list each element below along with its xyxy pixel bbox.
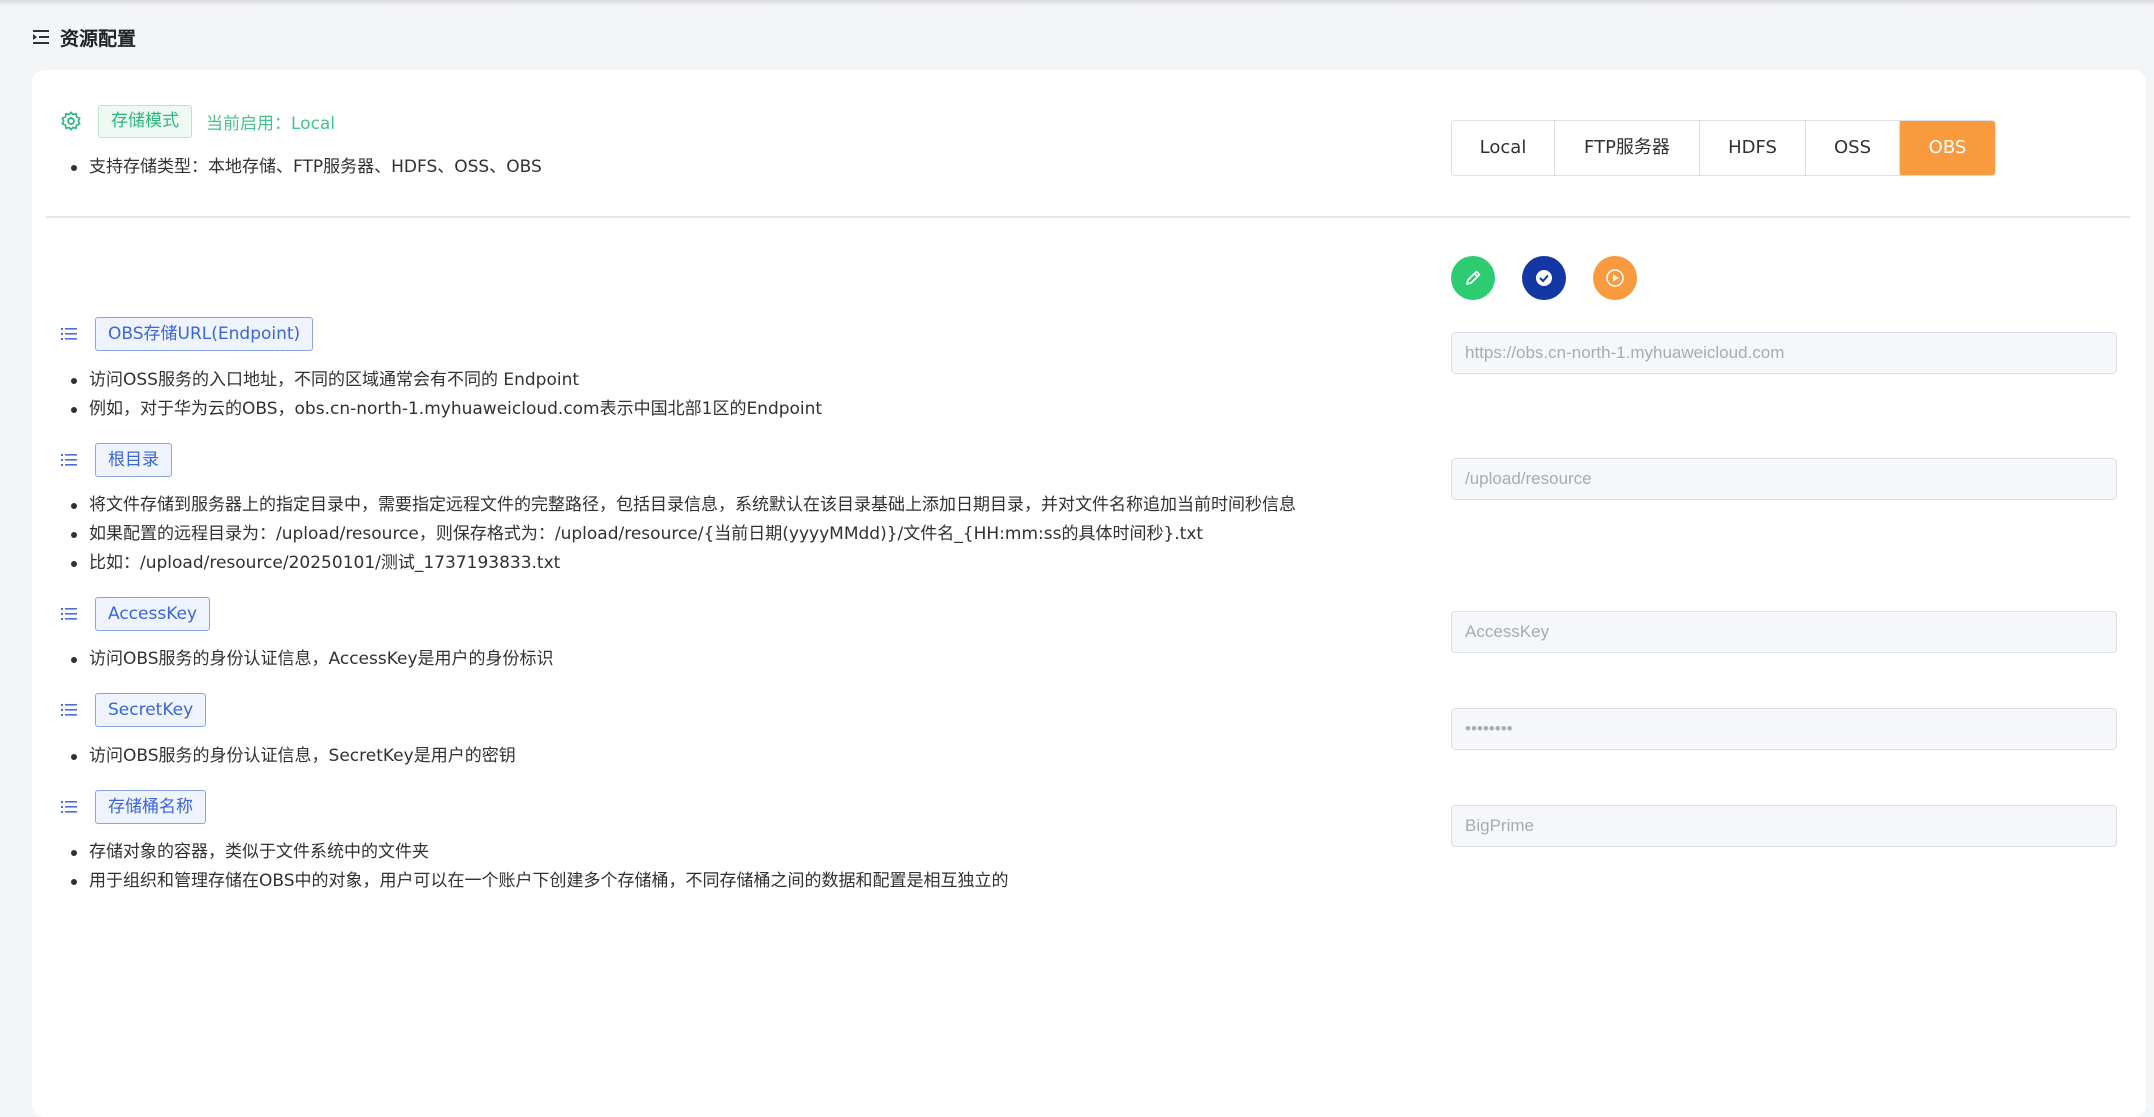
list-item: 访问OBS服务的身份认证信息，AccessKey是用户的身份标识 (60, 645, 554, 674)
list-icon (61, 608, 77, 620)
storage-mode-header: 存储模式 当前启用：Local (60, 104, 335, 138)
list-item: 用于组织和管理存储在OBS中的对象，用户可以在一个账户下创建多个存储桶，不同存储… (60, 867, 1009, 896)
edit-button[interactable] (1451, 256, 1495, 300)
gear-icon (61, 111, 81, 131)
page-title: 资源配置 (60, 27, 137, 50)
list-item: 访问OSS服务的入口地址，不同的区域通常会有不同的 Endpoint (60, 366, 822, 395)
option-oss[interactable]: OSS (1806, 121, 1900, 175)
option-ftp[interactable]: FTP服务器 (1555, 121, 1700, 175)
storage-mode-description: 支持存储类型：本地存储、FTP服务器、HDFS、OSS、OBS (60, 153, 542, 182)
secret-key-description: 访问OBS服务的身份认证信息，SecretKey是用户的密钥 (60, 742, 516, 771)
list-item: 例如，对于华为云的OBS，obs.cn-north-1.myhuaweiclou… (60, 395, 822, 424)
access-key-description: 访问OBS服务的身份认证信息，AccessKey是用户的身份标识 (60, 645, 554, 674)
list-icon (61, 454, 77, 466)
list-icon (61, 704, 77, 716)
list-icon (61, 328, 77, 340)
bucket-description: 存储对象的容器，类似于文件系统中的文件夹 用于组织和管理存储在OBS中的对象，用… (60, 838, 1009, 896)
bucket-label: 存储桶名称 (95, 790, 206, 824)
bucket-label-row: 存储桶名称 (60, 789, 206, 825)
pencil-icon (1466, 270, 1481, 285)
section-divider (46, 216, 2130, 218)
endpoint-label-row: OBS存储URL(Endpoint) (60, 316, 314, 352)
storage-type-selector: Local FTP服务器 HDFS OSS OBS (1451, 120, 1996, 176)
bucket-input[interactable] (1451, 805, 2117, 847)
secret-key-label: SecretKey (95, 693, 207, 727)
access-key-input[interactable] (1451, 611, 2117, 653)
root-dir-label-row: 根目录 (60, 442, 172, 478)
page-header: 资源配置 (32, 22, 136, 52)
test-connection-button[interactable] (1593, 256, 1637, 300)
list-item: 比如：/upload/resource/20250101/测试_17371938… (60, 549, 1296, 578)
endpoint-input[interactable] (1451, 332, 2117, 374)
config-card: 存储模式 当前启用：Local 支持存储类型：本地存储、FTP服务器、HDFS、… (32, 70, 2146, 1117)
play-circle-icon (1606, 269, 1624, 287)
check-circle-icon (1536, 270, 1552, 286)
secret-key-label-row: SecretKey (60, 692, 207, 728)
current-mode-text: 当前启用：Local (206, 113, 336, 134)
root-dir-label: 根目录 (95, 443, 172, 477)
access-key-label-row: AccessKey (60, 596, 211, 632)
root-dir-description: 将文件存储到服务器上的指定目录中，需要指定远程文件的完整路径，包括目录信息，系统… (60, 491, 1296, 578)
secret-key-input[interactable] (1451, 708, 2117, 750)
action-buttons (1451, 256, 1664, 300)
list-item: 支持存储类型：本地存储、FTP服务器、HDFS、OSS、OBS (60, 153, 542, 182)
option-hdfs[interactable]: HDFS (1700, 121, 1806, 175)
endpoint-description: 访问OSS服务的入口地址，不同的区域通常会有不同的 Endpoint 例如，对于… (60, 366, 822, 424)
list-item: 将文件存储到服务器上的指定目录中，需要指定远程文件的完整路径，包括目录信息，系统… (60, 491, 1296, 520)
storage-mode-tag: 存储模式 (98, 104, 192, 138)
list-item: 存储对象的容器，类似于文件系统中的文件夹 (60, 838, 1009, 867)
access-key-label: AccessKey (95, 597, 211, 631)
option-obs[interactable]: OBS (1900, 121, 1995, 175)
list-item: 如果配置的远程目录为：/upload/resource，则保存格式为：/uplo… (60, 520, 1296, 549)
list-indent-icon (33, 30, 49, 44)
root-dir-input[interactable] (1451, 458, 2117, 500)
save-button[interactable] (1522, 256, 1566, 300)
list-item: 访问OBS服务的身份认证信息，SecretKey是用户的密钥 (60, 742, 516, 771)
list-icon (61, 801, 77, 813)
top-shadow (0, 0, 2154, 6)
endpoint-label: OBS存储URL(Endpoint) (95, 317, 314, 351)
option-local[interactable]: Local (1452, 121, 1555, 175)
